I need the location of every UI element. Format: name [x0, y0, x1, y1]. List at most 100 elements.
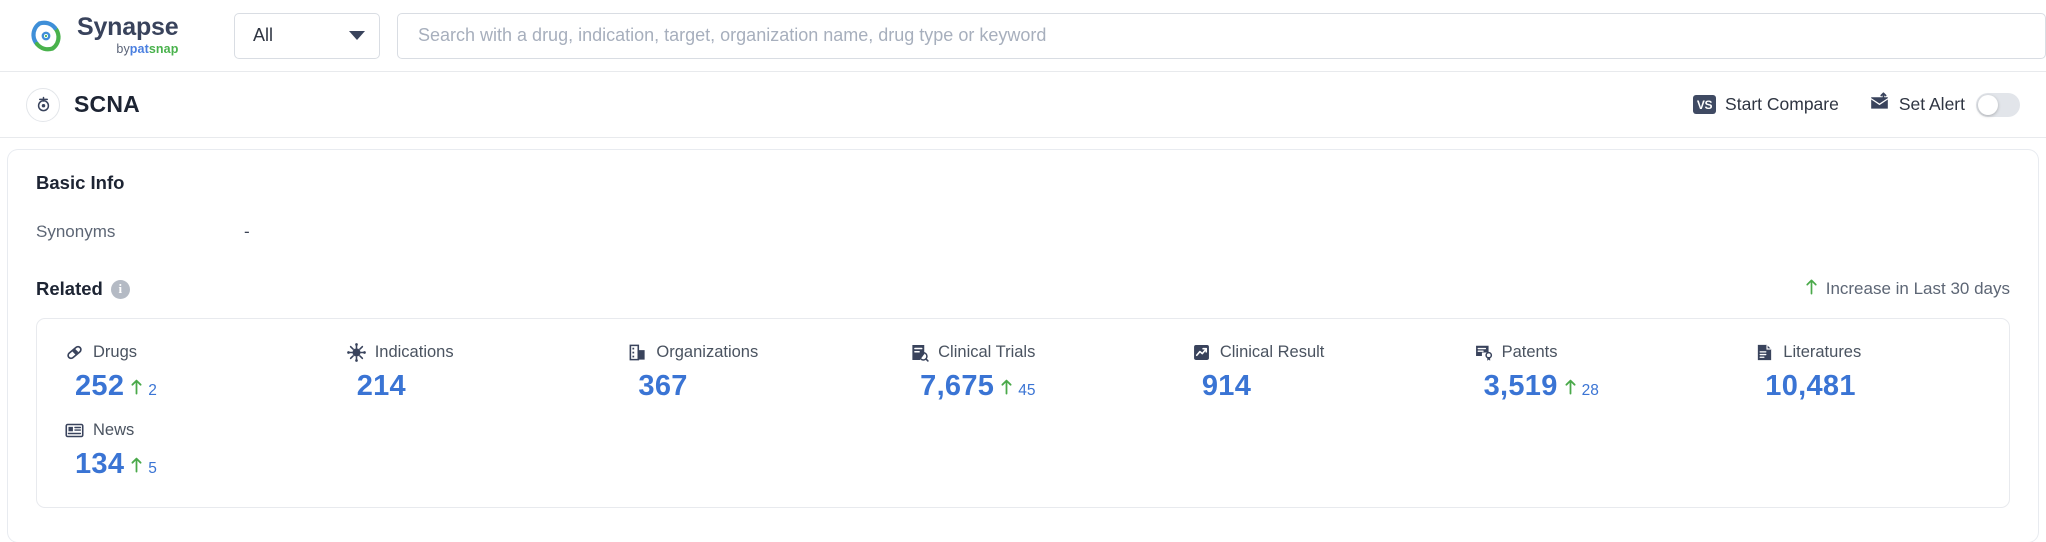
page-title: SCNA: [74, 91, 140, 117]
entity-identity: SCNA: [26, 87, 140, 122]
start-compare-button[interactable]: VS Start Compare: [1693, 94, 1839, 115]
stat-value-row: 252 2: [65, 370, 319, 403]
synapse-logo-icon: [26, 16, 66, 56]
related-stats-card: Drugs 252 2 Indications 214 Organizations 367 C…: [36, 318, 2010, 508]
search-category-select[interactable]: All: [234, 12, 380, 59]
related-stat-literatures[interactable]: Literatures 10,481: [1727, 343, 2009, 403]
stat-header: Literatures: [1755, 343, 2009, 362]
synapse-logo[interactable]: Synapse bypatsnap: [26, 15, 198, 56]
stat-delta: 2: [131, 379, 157, 400]
related-heading: Related: [36, 278, 103, 299]
literature-icon: [1755, 343, 1774, 362]
stat-delta: 45: [1001, 379, 1035, 400]
arrow-up-icon: [131, 457, 142, 478]
arrow-up-icon: [131, 379, 142, 400]
stat-value-row: 914: [1192, 370, 1446, 403]
basic-info-heading: Basic Info: [36, 172, 125, 193]
related-stat-clinical-trials[interactable]: Clinical Trials 7,675 45: [882, 343, 1164, 403]
pill-icon: [65, 343, 84, 362]
stat-value-row: 10,481: [1755, 370, 2009, 403]
basic-info-panel: Basic Info Synonyms - Related i Increase…: [8, 150, 2038, 542]
global-search-box[interactable]: [397, 12, 2046, 59]
stat-header: Indications: [346, 343, 601, 362]
increase-legend: Increase in Last 30 days: [1806, 278, 2010, 300]
increase-legend-label: Increase in Last 30 days: [1825, 279, 2010, 298]
stat-header: News: [65, 421, 319, 440]
stat-value-row: 214: [347, 370, 601, 403]
search-category-value: All: [253, 25, 274, 45]
stat-delta: 28: [1565, 379, 1599, 400]
synonyms-row: Synonyms -: [36, 222, 2010, 242]
stat-header: Patents: [1474, 343, 1728, 362]
toggle-knob: [1978, 94, 1998, 115]
stat-value[interactable]: 134: [75, 448, 124, 481]
versus-icon: VS: [1693, 95, 1717, 114]
stat-label: Indications: [374, 343, 454, 361]
entity-actions: VS Start Compare Set Alert: [1693, 91, 2020, 118]
logo-wordmark: Synapse: [77, 13, 179, 42]
related-stat-organizations[interactable]: Organizations 367: [600, 343, 882, 403]
stat-value[interactable]: 10,481: [1765, 370, 1856, 403]
stat-value[interactable]: 252: [75, 370, 124, 403]
stat-label: Clinical Result: [1219, 343, 1325, 361]
synonyms-label: Synonyms: [36, 222, 116, 241]
stat-label: News: [93, 421, 135, 439]
stat-value[interactable]: 3,519: [1484, 370, 1558, 403]
stat-label: Patents: [1501, 343, 1558, 361]
stat-delta-value: 45: [1018, 382, 1036, 399]
patent-icon: [1474, 343, 1493, 362]
arrow-up-icon: [1001, 379, 1012, 400]
alert-mail-icon: [1869, 91, 1890, 118]
info-icon[interactable]: i: [110, 279, 130, 299]
app-root: Synapse bypatsnap All SCNA: [0, 0, 2046, 542]
synonyms-value: -: [244, 222, 250, 241]
entity-header-bar: SCNA VS Start Compare Set Alert: [0, 72, 2046, 138]
stat-value[interactable]: 7,675: [920, 370, 994, 403]
related-stat-patents[interactable]: Patents 3,519 28: [1446, 343, 1728, 403]
search-input[interactable]: [416, 24, 2027, 47]
virus-icon: [346, 343, 366, 362]
logo-by-text: by: [116, 42, 130, 57]
stat-label: Clinical Trials: [938, 343, 1036, 361]
arrow-up-icon: [1806, 278, 1817, 300]
arrow-up-icon: [1565, 379, 1576, 400]
start-compare-label: Start Compare: [1725, 94, 1839, 114]
related-stat-news[interactable]: News 134 5: [37, 421, 319, 481]
stat-header: Clinical Result: [1192, 343, 1446, 362]
related-header: Related i Increase in Last 30 days: [36, 278, 2010, 300]
news-icon: [65, 421, 84, 440]
stat-value[interactable]: 914: [1202, 370, 1251, 403]
target-icon: [26, 87, 60, 122]
stat-delta-value: 2: [148, 382, 157, 399]
related-stat-indications[interactable]: Indications 214: [319, 343, 601, 403]
clinical-trial-icon: [910, 343, 929, 362]
related-stat-clinical-result[interactable]: Clinical Result 914: [1164, 343, 1446, 403]
stat-delta: 5: [131, 457, 157, 478]
content-area: Basic Info Synonyms - Related i Increase…: [0, 138, 2046, 542]
logo-brand-snap: snap: [148, 42, 179, 57]
set-alert-toggle[interactable]: [1976, 92, 2020, 117]
stat-value[interactable]: 367: [638, 370, 687, 403]
stat-value-row: 134 5: [65, 448, 319, 481]
stat-label: Organizations: [656, 343, 759, 361]
top-navigation-bar: Synapse bypatsnap All: [0, 0, 2046, 72]
related-stats-grid: Drugs 252 2 Indications 214 Organizations 367 C…: [37, 343, 2009, 481]
stat-value-row: 367: [628, 370, 882, 403]
stat-header: Clinical Trials: [910, 343, 1164, 362]
stat-delta-value: 28: [1581, 382, 1599, 399]
stat-value-row: 3,519 28: [1474, 370, 1728, 403]
set-alert-control[interactable]: Set Alert: [1869, 91, 2020, 118]
stat-delta-value: 5: [148, 460, 157, 477]
stat-header: Drugs: [65, 343, 319, 362]
logo-brand-pat: pat: [129, 42, 149, 57]
stat-label: Literatures: [1783, 343, 1862, 361]
chevron-down-icon: [349, 31, 365, 40]
stat-value-row: 7,675 45: [910, 370, 1164, 403]
stat-header: Organizations: [628, 343, 882, 362]
organization-icon: [628, 343, 647, 362]
stat-value[interactable]: 214: [357, 370, 406, 403]
stat-label: Drugs: [93, 343, 138, 361]
set-alert-label: Set Alert: [1898, 94, 1965, 114]
clinical-result-icon: [1192, 343, 1211, 362]
related-stat-drugs[interactable]: Drugs 252 2: [37, 343, 319, 403]
